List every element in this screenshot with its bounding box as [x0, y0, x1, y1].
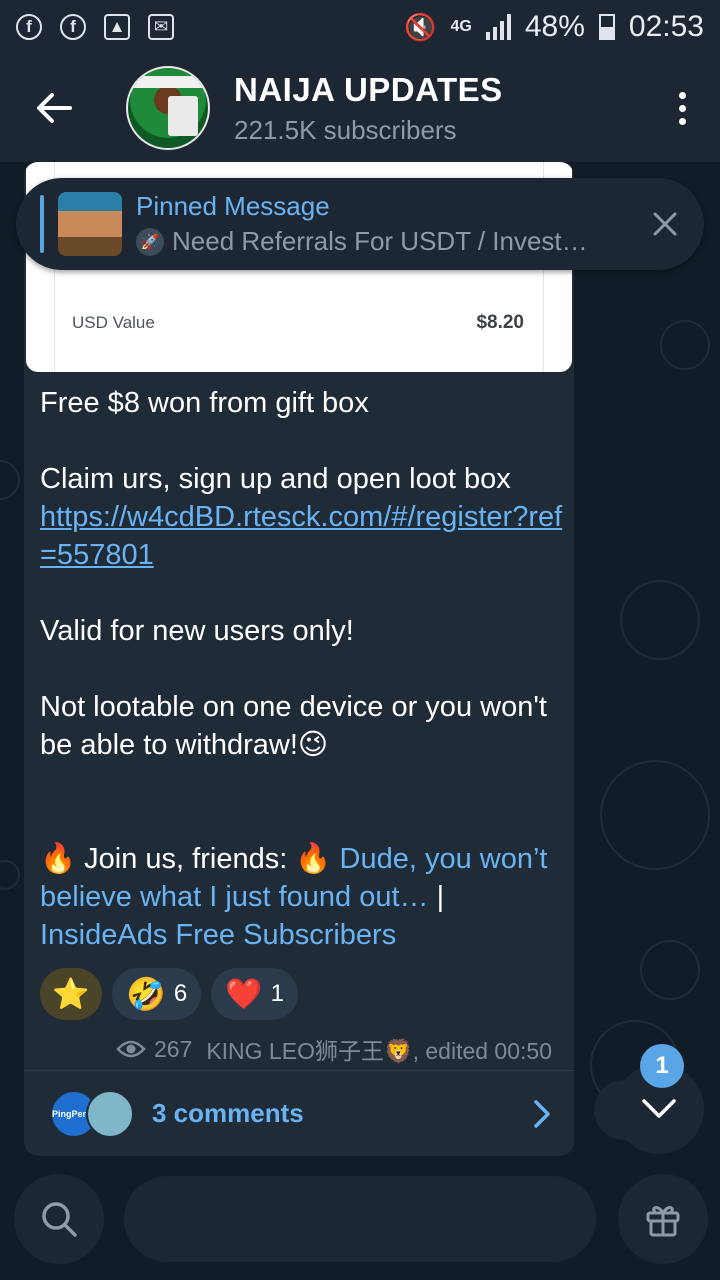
pinned-title: Pinned Message	[136, 191, 330, 221]
message-text: Free $8 won from gift box Claim urs, sig…	[40, 384, 570, 954]
pinned-preview: Need Referrals For USDT / Invest…	[172, 226, 588, 256]
usd-value-amount: $8.20	[476, 312, 524, 333]
reaction-heart[interactable]: ❤️ 1	[211, 968, 298, 1020]
promo-link-insideads[interactable]: InsideAds Free Subscribers	[40, 919, 396, 951]
clock: 02:53	[628, 10, 704, 43]
comments-bar[interactable]: PingPerks 3 comments	[24, 1070, 574, 1156]
usd-value-label: USD Value	[72, 313, 155, 332]
image-icon: ▲	[104, 14, 130, 40]
comments-label: 3 comments	[152, 1098, 304, 1128]
message-line-claim: Claim urs, sign up and open loot box	[40, 463, 511, 495]
facebook-icon: f	[60, 14, 86, 40]
pinned-thumbnail	[58, 192, 122, 256]
rocket-icon: 🚀	[136, 227, 164, 256]
status-bar: f f ▲ ✉ 🔇 4G 48% 02:53	[0, 0, 720, 54]
reaction-laugh[interactable]: 🤣 6	[112, 968, 202, 1020]
pinned-message-bar[interactable]: Pinned Message 🚀 Need Referrals For USDT…	[16, 178, 704, 270]
heart-icon: ❤️	[225, 977, 263, 1011]
network-type: 4G	[450, 18, 472, 35]
battery-percent: 48%	[524, 10, 585, 43]
rofl-icon: 🤣	[126, 976, 166, 1012]
eye-icon	[116, 1040, 146, 1058]
battery-icon	[598, 14, 615, 40]
channel-info[interactable]: NAIJA UPDATES 221.5K subscribers	[234, 71, 503, 146]
gift-icon	[646, 1206, 680, 1237]
chevron-right-icon	[534, 1099, 550, 1128]
reaction-count: 1	[270, 980, 284, 1007]
unread-badge: 1	[640, 1044, 684, 1088]
message-line-warning: Not lootable on one device or you won't …	[40, 691, 547, 761]
channel-avatar[interactable]	[126, 66, 210, 150]
promo-prefix: 🔥 Join us, friends: 🔥	[40, 843, 332, 875]
chevron-down-icon	[642, 1099, 676, 1118]
mail-icon: ✉	[148, 14, 174, 40]
search-button[interactable]	[14, 1174, 104, 1264]
bottom-input-area[interactable]	[124, 1176, 596, 1262]
message-meta: 267 KING LEO狮子王🦁, edited 00:50	[116, 1032, 552, 1066]
close-icon[interactable]	[652, 211, 678, 237]
star-icon: ⭐	[52, 977, 90, 1011]
reaction-count: 6	[173, 980, 188, 1007]
subscriber-count: 221.5K subscribers	[234, 114, 457, 145]
promo-separator: |	[436, 881, 445, 913]
usd-value-row: USD Value $8.20	[72, 312, 524, 334]
reactions-row: ⭐ 🤣 6 ❤️ 1	[40, 968, 298, 1020]
reaction-star[interactable]: ⭐	[40, 968, 102, 1020]
chat-header: NAIJA UPDATES 221.5K subscribers	[0, 54, 720, 162]
message-bubble[interactable]: USD Value $8.20 Free $8 won from gift bo…	[24, 162, 574, 1156]
promo-line: 🔥 Join us, friends: 🔥 Dude, you won’t be…	[40, 840, 570, 954]
commenter-avatar	[86, 1089, 134, 1138]
channel-title: NAIJA UPDATES	[234, 70, 503, 108]
mute-icon: 🔇	[404, 11, 437, 42]
search-icon	[42, 1202, 77, 1237]
view-count: 267	[153, 1035, 193, 1062]
gift-button[interactable]	[618, 1174, 708, 1264]
message-line-gift: Free $8 won from gift box	[40, 387, 369, 419]
signal-icon	[485, 14, 511, 40]
author-edited: KING LEO狮子王🦁, edited 00:50	[206, 1038, 552, 1064]
referral-link[interactable]: https://w4cdBD.rtesck.com/#/register?ref…	[40, 501, 562, 571]
more-options-button[interactable]	[679, 91, 686, 125]
facebook-icon: f	[16, 14, 42, 40]
message-line-valid: Valid for new users only!	[40, 615, 354, 647]
bottom-bar	[0, 1164, 720, 1280]
back-arrow-icon	[37, 93, 72, 123]
back-button[interactable]	[24, 78, 84, 138]
